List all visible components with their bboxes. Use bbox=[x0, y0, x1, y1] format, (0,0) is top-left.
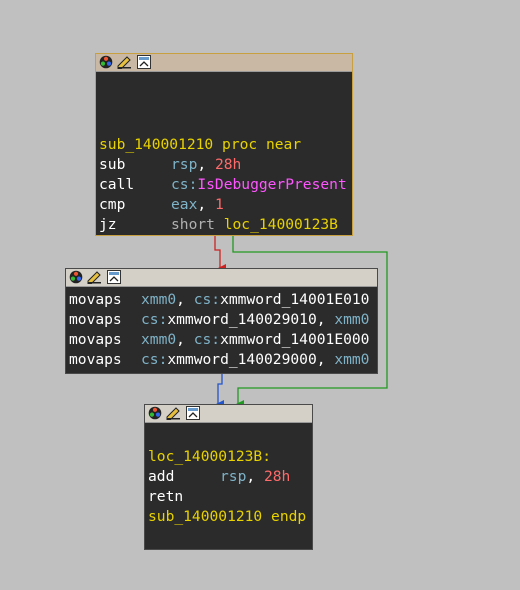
instruction-line: movaps xmm0, cs:xmmword_14001E010 bbox=[69, 291, 370, 308]
color-palette-icon[interactable] bbox=[98, 55, 113, 69]
graph-overview-icon[interactable] bbox=[185, 406, 200, 420]
proc-declaration: sub_140001210 proc near bbox=[99, 136, 302, 153]
instruction-line: call cs:IsDebuggerPresent bbox=[99, 176, 347, 193]
jump-target-link[interactable]: loc_14000123B bbox=[224, 216, 338, 233]
basic-block-exit[interactable]: loc_14000123B: add rsp, 28h retn sub_1400… bbox=[144, 404, 313, 550]
basic-block-fallthrough[interactable]: movaps xmm0, cs:xmmword_14001E010 movaps c… bbox=[65, 268, 378, 374]
instruction-line: movaps cs:xmmword_140029000, xmm0 bbox=[69, 351, 370, 368]
block-label[interactable]: loc_14000123B: bbox=[148, 447, 312, 467]
proc-end: sub_140001210 endp bbox=[148, 508, 307, 525]
edit-pencil-icon[interactable] bbox=[166, 406, 181, 420]
edge-false-branch[interactable] bbox=[214, 235, 226, 272]
color-palette-icon[interactable] bbox=[68, 270, 83, 284]
instruction-line: sub rsp, 28h bbox=[99, 156, 242, 173]
instruction-line: cmp eax, 1 bbox=[99, 196, 224, 213]
graph-overview-icon[interactable] bbox=[136, 55, 151, 69]
instruction-line: movaps cs:xmmword_140029010, xmm0 bbox=[69, 311, 370, 328]
edit-pencil-icon[interactable] bbox=[117, 55, 132, 69]
graph-overview-icon[interactable] bbox=[106, 270, 121, 284]
instruction-line: add rsp, 28h bbox=[148, 468, 291, 485]
instruction-line: movaps xmm0, cs:xmmword_14001E000 bbox=[69, 331, 370, 348]
instruction-line: retn bbox=[148, 488, 184, 505]
block-header bbox=[66, 269, 377, 287]
edit-pencil-icon[interactable] bbox=[87, 270, 102, 284]
block-header bbox=[96, 54, 352, 72]
instruction-line: jz short loc_14000123B bbox=[99, 216, 338, 233]
edge-fallthrough[interactable] bbox=[216, 374, 224, 408]
basic-block-entry[interactable]: sub_140001210 proc near sub rsp, 28h call… bbox=[95, 53, 353, 236]
block-header bbox=[145, 405, 312, 423]
color-palette-icon[interactable] bbox=[147, 406, 162, 420]
